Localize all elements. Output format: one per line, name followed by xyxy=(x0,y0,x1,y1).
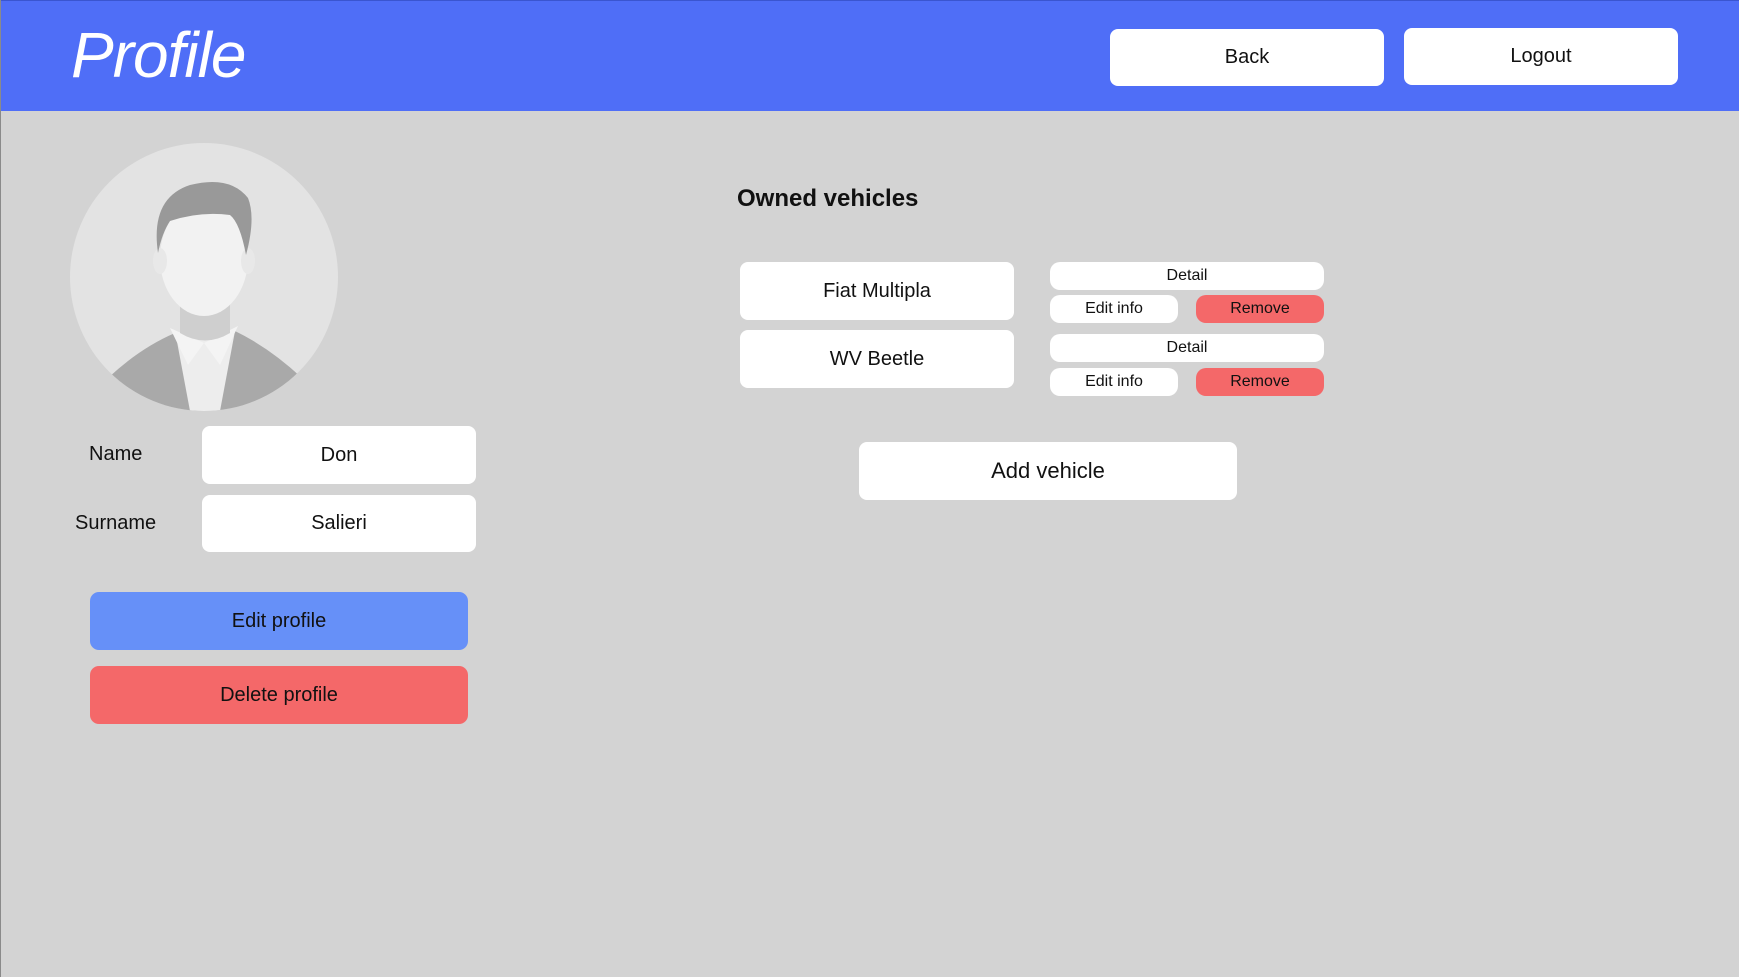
edit-profile-button[interactable]: Edit profile xyxy=(90,592,468,650)
profile-page: Profile Back Logout Name Don Surname Sal… xyxy=(0,0,1739,977)
vehicle-edit-info-button[interactable]: Edit info xyxy=(1050,368,1178,396)
page-title: Profile xyxy=(71,19,246,91)
add-vehicle-button[interactable]: Add vehicle xyxy=(859,442,1237,500)
vehicle-detail-button[interactable]: Detail xyxy=(1050,334,1324,362)
back-button[interactable]: Back xyxy=(1110,29,1384,86)
vehicle-edit-info-button[interactable]: Edit info xyxy=(1050,295,1178,323)
header-bar: Profile Back Logout xyxy=(1,0,1739,111)
vehicle-detail-button[interactable]: Detail xyxy=(1050,262,1324,290)
name-label: Name xyxy=(89,443,143,465)
vehicle-remove-button[interactable]: Remove xyxy=(1196,368,1324,396)
surname-label: Surname xyxy=(75,512,157,534)
surname-field: Salieri xyxy=(202,495,476,552)
vehicle-name: Fiat Multipla xyxy=(740,262,1014,320)
logout-button[interactable]: Logout xyxy=(1404,28,1678,85)
avatar xyxy=(70,143,338,411)
vehicle-remove-button[interactable]: Remove xyxy=(1196,295,1324,323)
person-silhouette-icon xyxy=(90,181,320,411)
delete-profile-button[interactable]: Delete profile xyxy=(90,666,468,724)
owned-vehicles-title: Owned vehicles xyxy=(737,185,919,212)
vehicle-name: WV Beetle xyxy=(740,330,1014,388)
name-field: Don xyxy=(202,426,476,484)
